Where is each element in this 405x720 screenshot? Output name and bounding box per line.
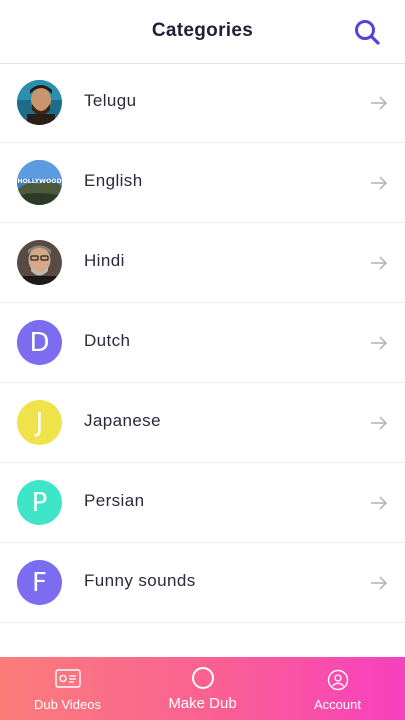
nav-account[interactable]: Account	[270, 657, 405, 720]
nav-dub-videos[interactable]: Dub Videos	[0, 657, 135, 720]
avatar-telugu	[17, 80, 62, 125]
hollywood-sign: HOLLYWOOD	[17, 178, 61, 185]
avatar-english: HOLLYWOOD	[17, 160, 62, 205]
category-row-dutch[interactable]: D Dutch	[0, 303, 405, 383]
avatar-letter: D	[29, 327, 50, 358]
category-label: English	[84, 171, 143, 190]
category-list: Telugu HOLLYWOOD English Hindi D Dutch J…	[0, 63, 405, 623]
arrow-right-icon	[371, 416, 388, 430]
hindi-avatar-image	[17, 240, 62, 285]
arrow-right-icon	[371, 256, 388, 270]
avatar-persian: P	[17, 480, 62, 525]
arrow-right-icon	[371, 96, 388, 110]
avatar-letter: F	[32, 567, 47, 598]
nav-make-dub[interactable]: Make Dub	[135, 657, 270, 720]
telugu-avatar-image	[17, 80, 62, 125]
category-row-japanese[interactable]: J Japanese	[0, 383, 405, 463]
account-icon	[327, 669, 348, 691]
arrow-right-icon	[371, 576, 388, 590]
record-circle-icon	[191, 667, 214, 689]
avatar-letter: P	[31, 487, 48, 518]
nav-label: Dub Videos	[34, 697, 101, 712]
nav-label: Account	[314, 697, 361, 712]
bottom-navigation: Dub Videos Make Dub Account	[0, 657, 405, 720]
page-title: Categories	[151, 20, 254, 41]
arrow-right-icon	[371, 496, 388, 510]
arrow-right-icon	[371, 336, 388, 350]
search-button[interactable]	[352, 17, 382, 47]
english-avatar-image: HOLLYWOOD	[17, 160, 62, 205]
avatar-hindi	[17, 240, 62, 285]
category-label: Funny sounds	[84, 571, 196, 590]
nav-label: Make Dub	[168, 695, 237, 712]
arrow-right-icon	[371, 176, 388, 190]
search-icon	[355, 20, 380, 45]
category-row-english[interactable]: HOLLYWOOD English	[0, 143, 405, 223]
category-label: Telugu	[84, 91, 137, 110]
category-label: Dutch	[84, 331, 131, 350]
avatar-japanese: J	[17, 400, 62, 445]
avatar-letter: J	[35, 407, 44, 438]
category-row-funny-sounds[interactable]: F Funny sounds	[0, 543, 405, 623]
category-label: Persian	[84, 491, 145, 510]
avatar-funny-sounds: F	[17, 560, 62, 605]
category-row-hindi[interactable]: Hindi	[0, 223, 405, 303]
avatar-dutch: D	[17, 320, 62, 365]
app-header: Categories	[0, 0, 405, 64]
category-row-telugu[interactable]: Telugu	[0, 63, 405, 143]
video-card-icon	[54, 669, 81, 688]
category-label: Japanese	[84, 411, 161, 430]
category-row-persian[interactable]: P Persian	[0, 463, 405, 543]
category-label: Hindi	[84, 251, 125, 270]
